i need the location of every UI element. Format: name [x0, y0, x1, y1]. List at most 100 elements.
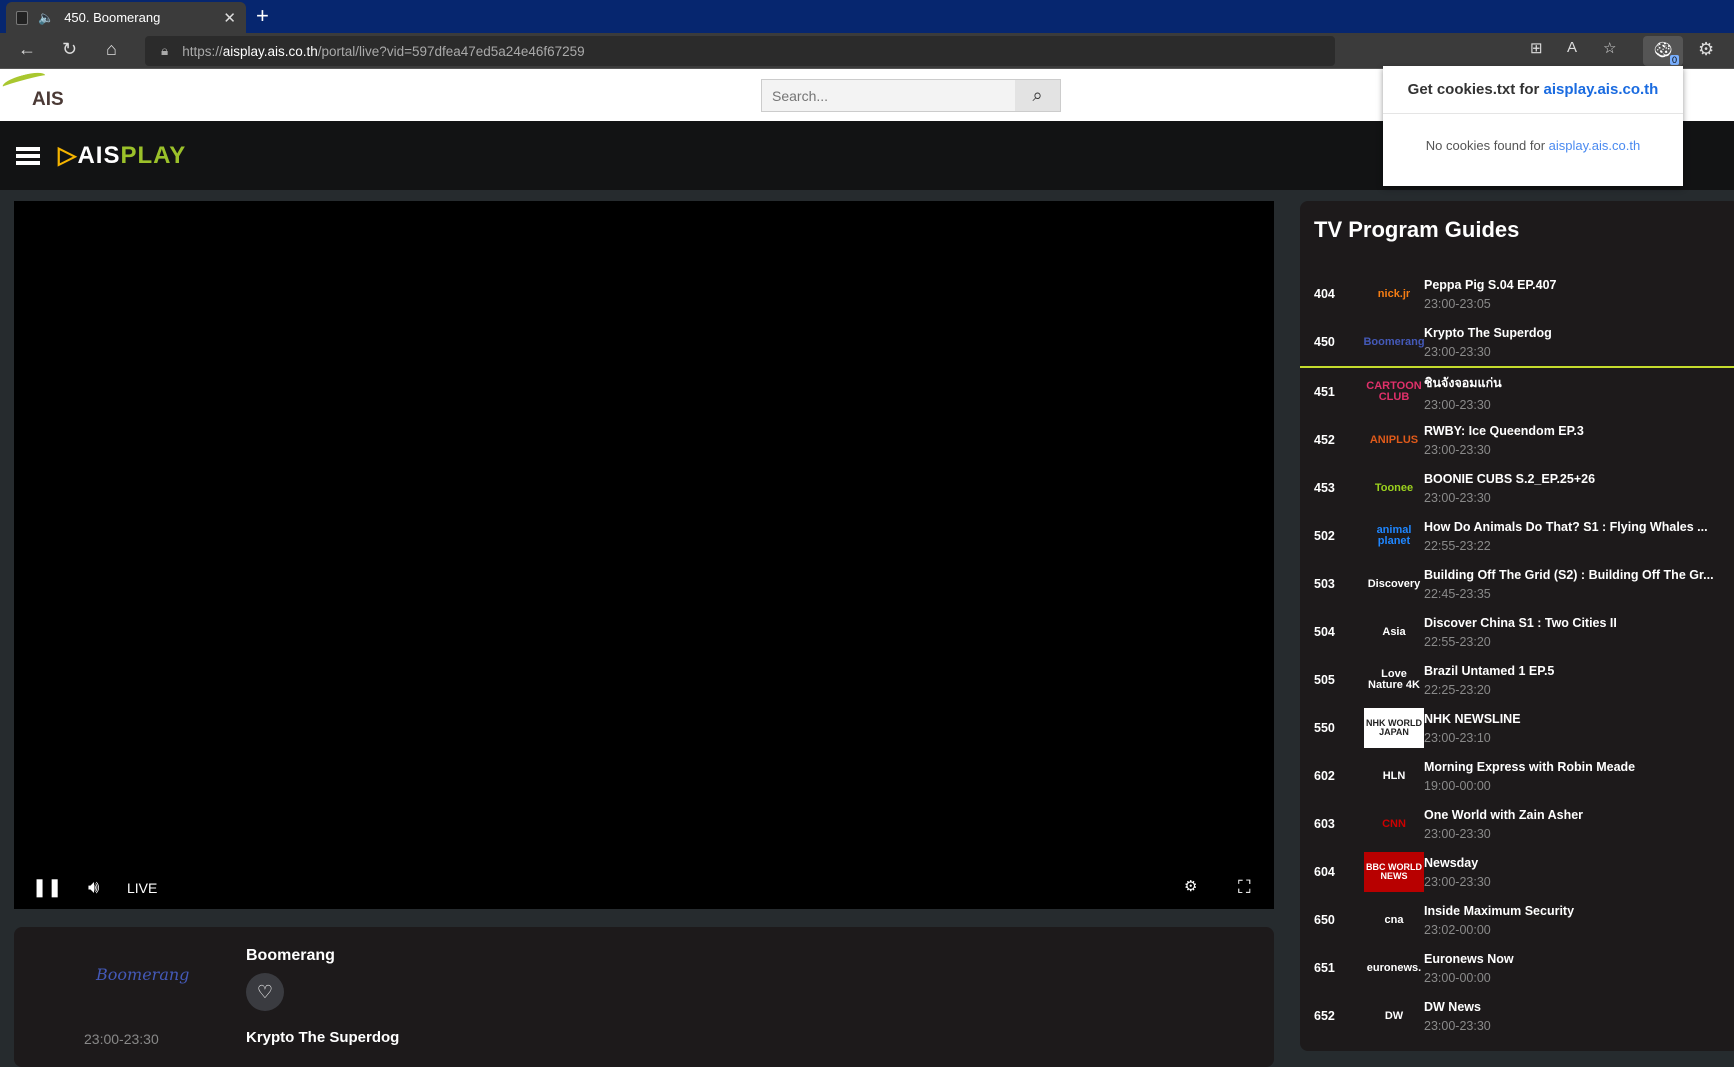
guide-list[interactable]: 404 nick.jr Peppa Pig S.04 EP.407 23:00-…: [1300, 270, 1734, 1040]
heart-icon: ♡: [256, 982, 274, 1002]
fullscreen-icon[interactable]: ⛶: [1238, 877, 1251, 898]
channel-number: 503: [1314, 577, 1335, 591]
channel-logo: Toonee: [1374, 481, 1414, 494]
channel-logo: animal planet: [1376, 524, 1412, 547]
read-aloud-icon[interactable]: A: [1567, 39, 1577, 56]
program-title: ชินจังจอมแก่น: [1424, 375, 1502, 390]
channel-logo: CARTOON CLUB: [1366, 380, 1422, 403]
search-input[interactable]: [762, 80, 1015, 111]
program-time: 19:00-00:00: [1424, 778, 1491, 793]
cookies-extension-button[interactable]: 🍪︎ 0: [1643, 36, 1683, 66]
search-box: ⌕: [761, 79, 1061, 112]
channel-number: 404: [1314, 287, 1335, 301]
add-favorite-icon[interactable]: ☆: [1603, 39, 1616, 57]
guide-row[interactable]: 505 Love Nature 4K Brazil Untamed 1 EP.5…: [1300, 656, 1734, 704]
search-button[interactable]: ⌕: [1015, 80, 1060, 111]
channel-number: 603: [1314, 817, 1335, 831]
favorite-button[interactable]: ♡: [246, 973, 284, 1011]
menu-icon[interactable]: [16, 147, 40, 165]
program-title: Peppa Pig S.04 EP.407: [1424, 277, 1557, 292]
program-title: Morning Express with Robin Meade: [1424, 759, 1636, 774]
program-title: NHK NEWSLINE: [1424, 711, 1521, 726]
browser-tab[interactable]: 🔈 450. Boomerang ✕: [6, 2, 246, 33]
program-time: 23:00-23:30: [1424, 1018, 1491, 1033]
guide-row[interactable]: 452 ANIPLUS RWBY: Ice Queendom EP.3 23:0…: [1300, 416, 1734, 464]
guide-title: TV Program Guides: [1314, 217, 1520, 242]
channel-number: 453: [1314, 481, 1335, 495]
channel-number: 502: [1314, 529, 1335, 543]
guide-row[interactable]: 652 DW DW News 23:00-23:30: [1300, 992, 1734, 1040]
app-available-icon[interactable]: ⊞: [1530, 39, 1543, 57]
aisplay-logo[interactable]: ▷AISPLAY: [58, 141, 186, 170]
guide-row[interactable]: 451 CARTOON CLUB ชินจังจอมแก่น 23:00-23:…: [1300, 368, 1734, 416]
program-time: 22:55-23:20: [1424, 634, 1491, 649]
program-title: How Do Animals Do That? S1 : Flying Whal…: [1424, 519, 1708, 534]
guide-row[interactable]: 450 Boomerang Krypto The Superdog 23:00-…: [1300, 318, 1734, 368]
cookies-popup: Get cookies.txt for aisplay.ais.co.th No…: [1383, 66, 1683, 186]
program-title: RWBY: Ice Queendom EP.3: [1424, 423, 1584, 438]
program-title: Euronews Now: [1424, 951, 1514, 966]
channel-number: 550: [1314, 721, 1335, 735]
guide-row[interactable]: 503 Discovery Building Off The Grid (S2)…: [1300, 560, 1734, 608]
channel-number: 504: [1314, 625, 1335, 639]
address-bar[interactable]: 🔒︎ https://aisplay.ais.co.th/portal/live…: [145, 36, 1335, 66]
channel-number: 651: [1314, 961, 1335, 975]
guide-row[interactable]: 650 cna Inside Maximum Security 23:02-00…: [1300, 896, 1734, 944]
url-text: https://aisplay.ais.co.th/portal/live?vi…: [182, 43, 585, 59]
program-title: BOONIE CUBS S.2_EP.25+26: [1424, 471, 1596, 486]
program-time: 23:00-23:30: [1424, 490, 1491, 505]
channel-number: 652: [1314, 1009, 1335, 1023]
popup-title: Get cookies.txt for aisplay.ais.co.th: [1383, 66, 1683, 114]
reload-icon[interactable]: ↻: [62, 39, 77, 60]
guide-row[interactable]: 453 Toonee BOONIE CUBS S.2_EP.25+26 23:0…: [1300, 464, 1734, 512]
site-favicon-icon: [16, 10, 28, 25]
guide-row[interactable]: 504 Asia Discover China S1 : Two Cities …: [1300, 608, 1734, 656]
program-title: Inside Maximum Security: [1424, 903, 1575, 918]
guide-row[interactable]: 651 euronews. Euronews Now 23:00-00:00: [1300, 944, 1734, 992]
program-title: Krypto The Superdog: [1424, 325, 1552, 340]
channel-logo: DW: [1384, 1009, 1404, 1022]
guide-row[interactable]: 602 HLN Morning Express with Robin Meade…: [1300, 752, 1734, 800]
channel-number: 650: [1314, 913, 1335, 927]
channel-logo: CNN: [1382, 817, 1406, 830]
channel-logo: BBC WORLD NEWS: [1364, 852, 1424, 892]
popup-message-domain[interactable]: aisplay.ais.co.th: [1549, 138, 1641, 153]
lock-icon[interactable]: 🔒︎: [161, 43, 168, 59]
video-player[interactable]: ❚❚ 🔊︎ LIVE ⚙ ⛶: [14, 201, 1274, 909]
program-title: Discover China S1 : Two Cities II: [1424, 615, 1617, 630]
program-title: One World with Zain Asher: [1424, 807, 1584, 822]
program-time: 23:02-00:00: [1424, 922, 1491, 937]
program-title: Building Off The Grid (S2) : Building Of…: [1424, 567, 1714, 582]
program-time: 22:25-23:20: [1424, 682, 1491, 697]
channel-logo: Boomerang: [1363, 335, 1425, 348]
speaker-icon[interactable]: 🔈: [38, 10, 54, 26]
guide-row[interactable]: 604 BBC WORLD NEWS Newsday 23:00-23:30: [1300, 848, 1734, 896]
home-icon[interactable]: ⌂: [106, 39, 117, 60]
channel-logo: ANIPLUS: [1369, 433, 1419, 446]
guide-row[interactable]: 550 NHK WORLD JAPAN NHK NEWSLINE 23:00-2…: [1300, 704, 1734, 752]
search-icon: ⌕: [1032, 85, 1043, 105]
close-tab-icon[interactable]: ✕: [223, 9, 236, 27]
program-time: 23:00-00:00: [1424, 970, 1491, 985]
channel-number: 451: [1314, 385, 1335, 399]
program-time: 23:00-23:30: [84, 1031, 159, 1047]
pause-icon[interactable]: ❚❚: [32, 877, 62, 898]
guide-row[interactable]: 404 nick.jr Peppa Pig S.04 EP.407 23:00-…: [1300, 270, 1734, 318]
browser-tab-bar: 🔈 450. Boomerang ✕ +: [0, 0, 1734, 33]
extensions-icon[interactable]: ⚙: [1698, 39, 1714, 60]
back-icon[interactable]: ←: [18, 39, 36, 60]
channel-logo: HLN: [1382, 769, 1406, 782]
channel-logo: Love Nature 4K: [1368, 668, 1420, 691]
program-time: 22:55-23:22: [1424, 538, 1491, 553]
channel-number: 602: [1314, 769, 1335, 783]
guide-row[interactable]: 502 animal planet How Do Animals Do That…: [1300, 512, 1734, 560]
channel-logo: nick.jr: [1377, 287, 1411, 300]
settings-icon[interactable]: ⚙: [1184, 877, 1197, 895]
volume-icon[interactable]: 🔊︎: [88, 877, 99, 898]
program-title: Krypto The Superdog: [246, 1029, 400, 1046]
program-title: Brazil Untamed 1 EP.5: [1424, 663, 1555, 678]
channel-info-panel: Boomerang Boomerang ♡ 23:00-23:30 Krypto…: [14, 927, 1274, 1067]
guide-row[interactable]: 603 CNN One World with Zain Asher 23:00-…: [1300, 800, 1734, 848]
new-tab-button[interactable]: +: [256, 3, 269, 29]
popup-domain-link[interactable]: aisplay.ais.co.th: [1544, 81, 1659, 98]
